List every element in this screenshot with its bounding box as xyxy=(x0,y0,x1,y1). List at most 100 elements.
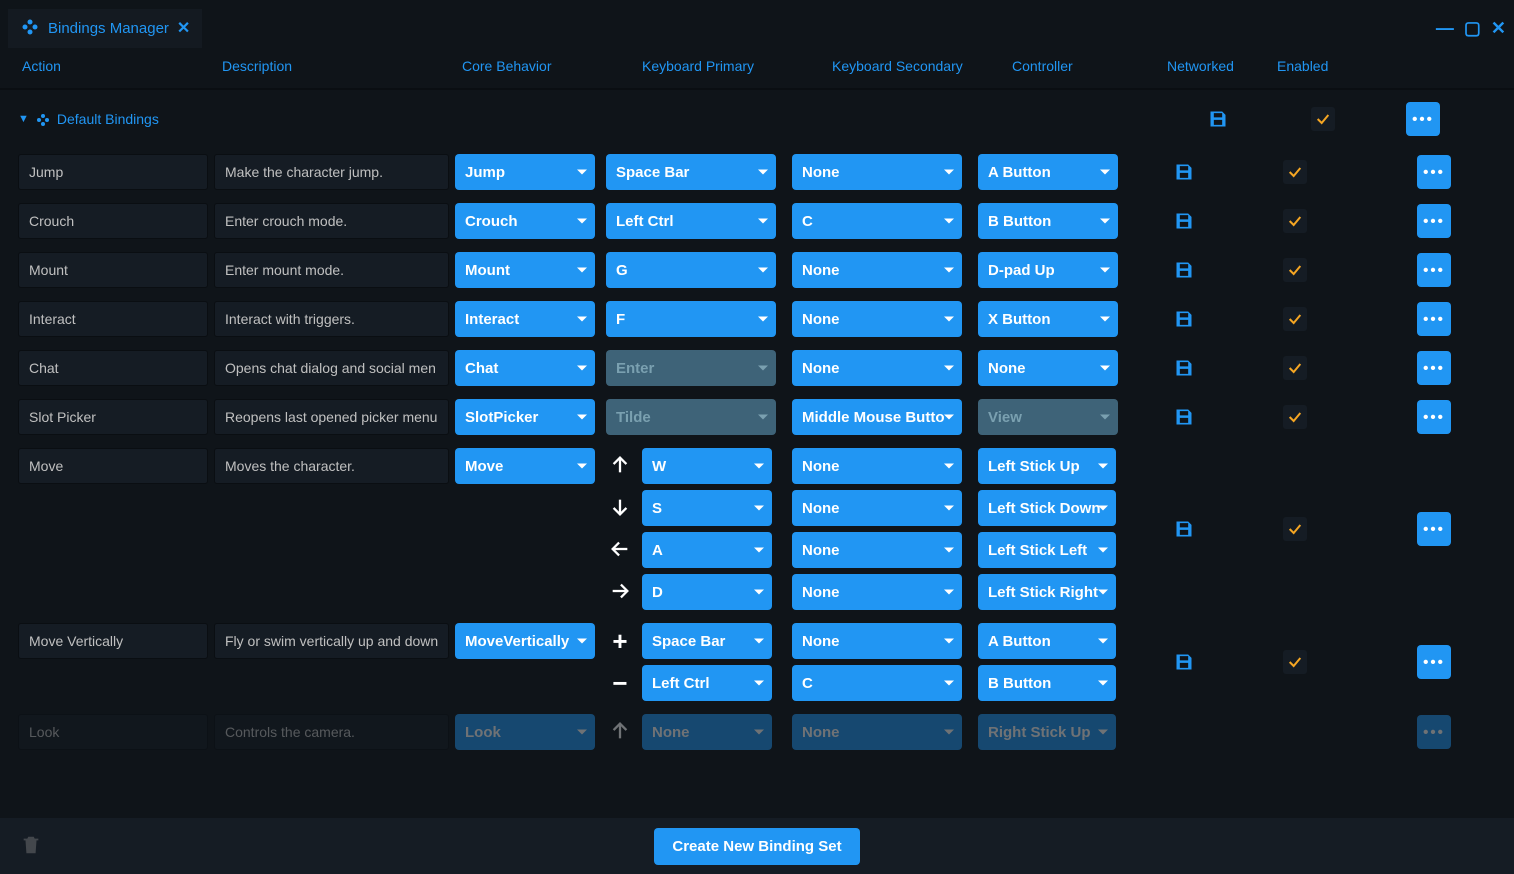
row-menu-button[interactable]: ••• xyxy=(1417,645,1451,679)
minimize-icon[interactable]: — xyxy=(1436,18,1454,39)
dropdown[interactable]: Left Stick Left xyxy=(978,532,1116,568)
save-icon[interactable] xyxy=(1174,162,1194,182)
dropdown[interactable]: Middle Mouse Butto xyxy=(792,399,962,435)
dropdown[interactable]: B Button xyxy=(978,665,1116,701)
description-field[interactable]: Reopens last opened picker menu xyxy=(214,399,449,435)
action-field[interactable]: Mount xyxy=(18,252,208,288)
dropdown[interactable]: None xyxy=(792,350,962,386)
dropdown[interactable]: None xyxy=(642,714,772,750)
dropdown[interactable]: A xyxy=(642,532,772,568)
row-menu-button[interactable]: ••• xyxy=(1417,302,1451,336)
dropdown[interactable]: None xyxy=(792,490,962,526)
save-icon[interactable] xyxy=(1174,260,1194,280)
dropdown[interactable]: Tilde xyxy=(606,399,776,435)
close-tab-icon[interactable]: ✕ xyxy=(177,18,190,38)
enabled-checkbox[interactable] xyxy=(1283,650,1307,674)
enabled-checkbox[interactable] xyxy=(1283,258,1307,282)
dropdown[interactable]: Look xyxy=(455,714,595,750)
close-icon[interactable]: ✕ xyxy=(1491,18,1506,39)
row-menu-button[interactable]: ••• xyxy=(1417,715,1451,749)
dropdown[interactable]: Space Bar xyxy=(606,154,776,190)
dropdown[interactable]: Interact xyxy=(455,301,595,337)
save-icon[interactable] xyxy=(1174,652,1194,672)
description-field[interactable]: Fly or swim vertically up and down xyxy=(214,623,449,659)
dropdown[interactable]: Jump xyxy=(455,154,595,190)
action-field[interactable]: Jump xyxy=(18,154,208,190)
row-menu-button[interactable]: ••• xyxy=(1417,512,1451,546)
dropdown[interactable]: Move xyxy=(455,448,595,484)
enabled-checkbox[interactable] xyxy=(1283,405,1307,429)
dropdown[interactable]: SlotPicker xyxy=(455,399,595,435)
dropdown[interactable]: D-pad Up xyxy=(978,252,1118,288)
dropdown[interactable]: None xyxy=(792,252,962,288)
save-icon[interactable] xyxy=(1174,309,1194,329)
description-field[interactable]: Make the character jump. xyxy=(214,154,449,190)
row-menu-button[interactable]: ••• xyxy=(1417,204,1451,238)
enabled-checkbox[interactable] xyxy=(1283,517,1307,541)
save-icon[interactable] xyxy=(1174,358,1194,378)
description-field[interactable]: Opens chat dialog and social men xyxy=(214,350,449,386)
dropdown[interactable]: X Button xyxy=(978,301,1118,337)
description-field[interactable]: Controls the camera. xyxy=(214,714,449,750)
dropdown[interactable]: None xyxy=(792,301,962,337)
bindings-scroll[interactable]: ▼ Default Bindings ••• Jump Make the cha… xyxy=(0,88,1514,846)
action-field[interactable]: Move Vertically xyxy=(18,623,208,659)
action-field[interactable]: Interact xyxy=(18,301,208,337)
description-field[interactable]: Interact with triggers. xyxy=(214,301,449,337)
dropdown[interactable]: A Button xyxy=(978,623,1116,659)
maximize-icon[interactable]: ▢ xyxy=(1464,18,1481,39)
description-field[interactable]: Enter crouch mode. xyxy=(214,203,449,239)
dropdown[interactable]: Right Stick Up xyxy=(978,714,1116,750)
description-field[interactable]: Moves the character. xyxy=(214,448,449,484)
dropdown[interactable]: C xyxy=(792,665,962,701)
enabled-checkbox[interactable] xyxy=(1283,209,1307,233)
dropdown[interactable]: Chat xyxy=(455,350,595,386)
dropdown[interactable]: None xyxy=(792,154,962,190)
dropdown[interactable]: None xyxy=(792,714,962,750)
enabled-checkbox[interactable] xyxy=(1283,356,1307,380)
dropdown[interactable]: B Button xyxy=(978,203,1118,239)
row-menu-button[interactable]: ••• xyxy=(1417,400,1451,434)
dropdown[interactable]: None xyxy=(792,574,962,610)
window-tab[interactable]: Bindings Manager ✕ xyxy=(8,9,202,48)
save-icon[interactable] xyxy=(1174,211,1194,231)
dropdown[interactable]: None xyxy=(792,623,962,659)
enabled-checkbox[interactable] xyxy=(1283,160,1307,184)
dropdown[interactable]: Mount xyxy=(455,252,595,288)
action-field[interactable]: Crouch xyxy=(18,203,208,239)
action-field[interactable]: Move xyxy=(18,448,208,484)
dropdown[interactable]: A Button xyxy=(978,154,1118,190)
dropdown[interactable]: Left Ctrl xyxy=(606,203,776,239)
dropdown[interactable]: View xyxy=(978,399,1118,435)
dropdown[interactable]: Enter xyxy=(606,350,776,386)
dropdown[interactable]: Space Bar xyxy=(642,623,772,659)
create-binding-set-button[interactable]: Create New Binding Set xyxy=(654,828,859,865)
dropdown[interactable]: None xyxy=(792,532,962,568)
dropdown[interactable]: D xyxy=(642,574,772,610)
dropdown[interactable]: Crouch xyxy=(455,203,595,239)
dropdown[interactable]: Left Ctrl xyxy=(642,665,772,701)
action-field[interactable]: Slot Picker xyxy=(18,399,208,435)
dropdown[interactable]: C xyxy=(792,203,962,239)
description-field[interactable]: Enter mount mode. xyxy=(214,252,449,288)
dropdown[interactable]: MoveVertically xyxy=(455,623,595,659)
dropdown[interactable]: Left Stick Right xyxy=(978,574,1116,610)
row-menu-button[interactable]: ••• xyxy=(1417,155,1451,189)
dropdown[interactable]: None xyxy=(792,448,962,484)
dropdown[interactable]: Left Stick Up xyxy=(978,448,1116,484)
row-menu-button[interactable]: ••• xyxy=(1417,253,1451,287)
save-icon[interactable] xyxy=(1174,519,1194,539)
group-toggle[interactable]: ▼ Default Bindings xyxy=(18,110,638,127)
dropdown[interactable]: F xyxy=(606,301,776,337)
dropdown[interactable]: W xyxy=(642,448,772,484)
save-icon[interactable] xyxy=(1208,109,1228,129)
dropdown[interactable]: Left Stick Down xyxy=(978,490,1116,526)
row-menu-button[interactable]: ••• xyxy=(1406,102,1440,136)
enabled-checkbox[interactable] xyxy=(1283,307,1307,331)
trash-icon[interactable] xyxy=(20,834,42,859)
row-menu-button[interactable]: ••• xyxy=(1417,351,1451,385)
enabled-checkbox[interactable] xyxy=(1311,107,1335,131)
dropdown[interactable]: G xyxy=(606,252,776,288)
dropdown[interactable]: S xyxy=(642,490,772,526)
save-icon[interactable] xyxy=(1174,407,1194,427)
